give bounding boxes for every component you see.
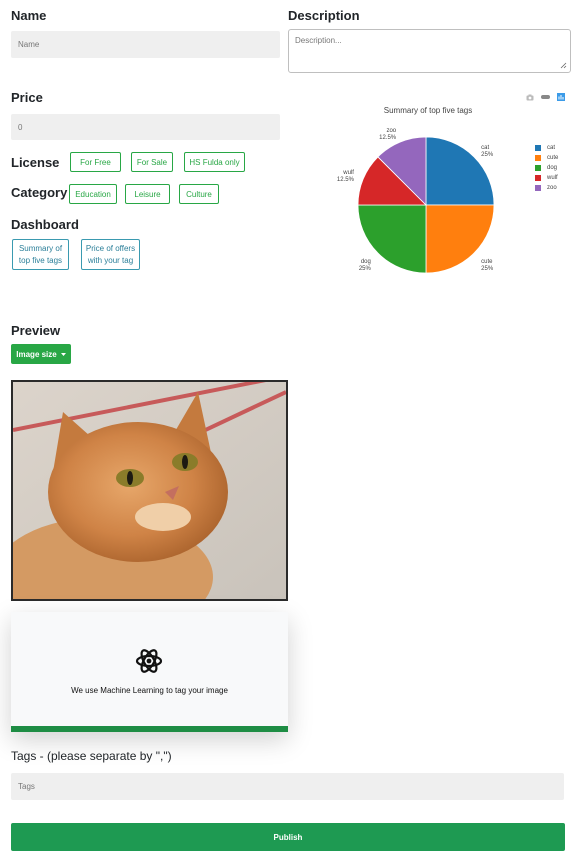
price-value: 0 (18, 122, 23, 132)
publish-button[interactable]: Publish (11, 823, 565, 851)
legend-label-wulf: wulf (547, 175, 558, 181)
name-label: Name (11, 8, 47, 23)
price-label: Price (11, 90, 43, 105)
category-option-education[interactable]: Education (69, 184, 117, 204)
pie-slice-label-cute: cute (481, 259, 493, 265)
description-placeholder: Description... (295, 36, 342, 45)
legend-item-cat[interactable]: cat (535, 143, 558, 153)
preview-image-frame (11, 380, 288, 601)
chart-legend: cat cute dog wulf zoo (535, 143, 558, 193)
pie-slice-label-cat: cat (481, 145, 489, 151)
legend-item-dog[interactable]: dog (535, 163, 558, 173)
legend-swatch-cat (535, 145, 541, 151)
license-label: License (11, 155, 60, 170)
chart-toolbar (526, 93, 565, 101)
summary-top-tags-button[interactable]: Summary of top five tags (12, 239, 69, 270)
license-option-for-sale[interactable]: For Sale (131, 152, 173, 172)
tags-label: Tags - (please separate by ",") (11, 749, 172, 763)
image-size-label: Image size (16, 349, 57, 359)
price-of-offers-button[interactable]: Price of offers with your tag (81, 239, 140, 270)
category-option-culture[interactable]: Culture (179, 184, 219, 204)
price-of-offers-label: Price of offers with your tag (85, 243, 136, 265)
pie-chart: cat25%cute25%dog25%wulf12.5%zoo12.5% (337, 128, 495, 274)
caret-down-icon (60, 352, 66, 356)
preview-label: Preview (11, 323, 61, 338)
plotly-logo-icon[interactable] (557, 93, 565, 101)
legend-item-cute[interactable]: cute (535, 153, 558, 163)
name-placeholder: Name (18, 40, 40, 49)
pie-slice-label-wulf: wulf (342, 170, 354, 176)
zoom-icon[interactable] (541, 94, 550, 100)
pie-slice-label-dog: dog (361, 259, 371, 265)
ml-progress-bar (11, 726, 288, 732)
publish-label: Publish (273, 832, 303, 842)
legend-swatch-cute (535, 155, 541, 161)
pie-slice-percent-wulf: 12.5% (337, 177, 355, 183)
category-option-leisure[interactable]: Leisure (125, 184, 170, 204)
description-label: Description (288, 8, 360, 23)
atom-icon (135, 649, 163, 673)
tags-placeholder: Tags (18, 782, 35, 791)
ml-progress-track (11, 726, 288, 732)
legend-swatch-zoo (535, 185, 541, 191)
ml-tagging-card: We use Machine Learning to tag your imag… (11, 612, 288, 732)
pie-slice-percent-dog: 25% (359, 266, 372, 272)
legend-item-zoo[interactable]: zoo (535, 183, 558, 193)
legend-label-zoo: zoo (547, 185, 557, 191)
license-option-hs-fulda[interactable]: HS Fulda only (184, 152, 245, 172)
category-label: Category (11, 185, 68, 200)
ml-message: We use Machine Learning to tag your imag… (71, 686, 228, 695)
description-textarea[interactable]: Description... (288, 29, 571, 73)
image-size-dropdown[interactable]: Image size (11, 344, 71, 364)
cat-photo (13, 382, 286, 599)
legend-label-cute: cute (547, 155, 559, 161)
legend-label-cat: cat (547, 145, 556, 151)
license-option-for-free[interactable]: For Free (70, 152, 121, 172)
dashboard-label: Dashboard (11, 217, 79, 232)
pie-slice-percent-cute: 25% (481, 266, 494, 272)
pie-slice-label-zoo: zoo (386, 128, 396, 134)
name-input[interactable]: Name (11, 31, 280, 58)
summary-top-tags-label: Summary of top five tags (18, 243, 63, 265)
pie-slice-percent-zoo: 12.5% (379, 135, 397, 141)
pie-slice-percent-cat: 25% (481, 152, 494, 158)
chart-title: Summary of top five tags (383, 106, 473, 115)
legend-swatch-dog (535, 165, 541, 171)
legend-item-wulf[interactable]: wulf (535, 173, 558, 183)
legend-label-dog: dog (547, 165, 558, 171)
legend-swatch-wulf (535, 175, 541, 181)
price-input[interactable]: 0 (11, 114, 280, 140)
camera-icon[interactable] (526, 94, 534, 101)
tags-input[interactable]: Tags (11, 773, 564, 800)
resize-handle-icon[interactable] (560, 62, 567, 69)
